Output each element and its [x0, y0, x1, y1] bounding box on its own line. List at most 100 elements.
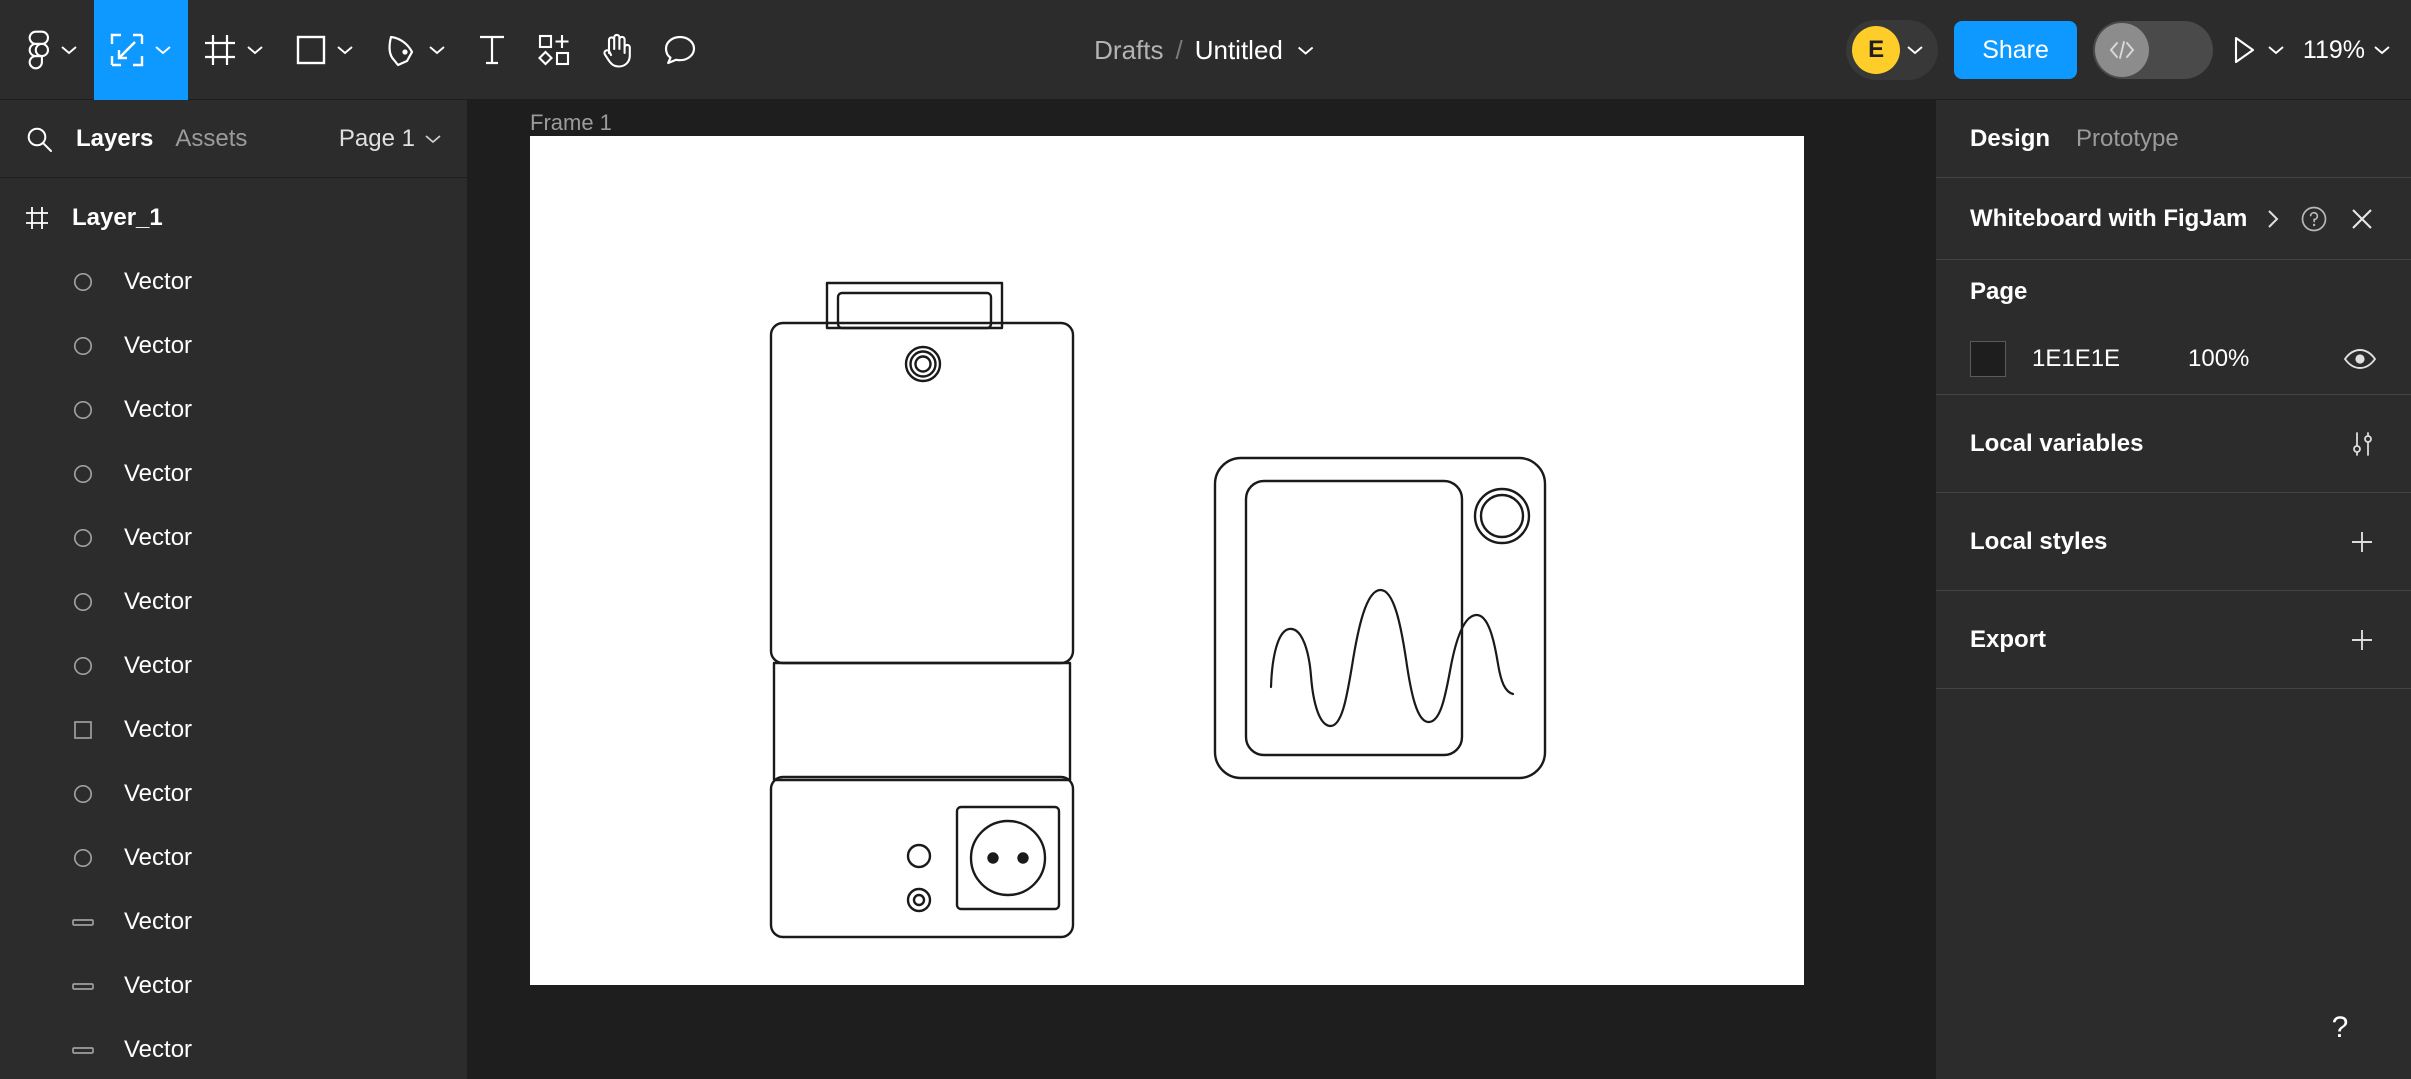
layer-row[interactable]: Vector — [0, 698, 467, 762]
layer-row[interactable]: Vector — [0, 378, 467, 442]
layer-name: Vector — [124, 844, 193, 871]
collaborators-menu[interactable]: E — [1846, 20, 1939, 80]
figma-menu-button[interactable] — [8, 0, 94, 100]
export-label: Export — [1970, 625, 2047, 653]
figma-logo-icon — [22, 28, 52, 72]
tab-assets[interactable]: Assets — [175, 125, 247, 153]
canvas-viewport[interactable]: Frame 1 — [469, 100, 1935, 1079]
avatar[interactable]: E — [1852, 26, 1901, 74]
frame-artwork — [769, 281, 1547, 939]
sliders-icon[interactable] — [2347, 429, 2377, 459]
frame-icon — [24, 205, 50, 231]
page-color-opacity[interactable]: 100% — [2188, 345, 2249, 373]
layer-row[interactable]: Vector — [0, 634, 467, 698]
layer-row[interactable]: Vector — [0, 314, 467, 378]
shape-tool-button[interactable] — [280, 0, 370, 100]
layer-row[interactable]: Vector — [0, 250, 467, 314]
zoom-menu[interactable]: 119% — [2303, 36, 2393, 65]
toolbar-tool-group — [0, 0, 712, 100]
layers-list[interactable]: Layer_1 Vector Vector Vector Vector Vector Vec… — [0, 178, 467, 1078]
layer-row[interactable]: Vector — [0, 954, 467, 1018]
ellipse-icon — [70, 399, 96, 421]
layer-name: Vector — [124, 716, 193, 743]
layer-name: Vector — [124, 460, 193, 487]
local-styles-label: Local styles — [1970, 527, 2108, 555]
page-selector[interactable]: Page 1 — [339, 125, 443, 153]
chevron-down-icon — [423, 133, 443, 145]
square-icon — [294, 33, 328, 67]
eye-icon[interactable] — [2343, 347, 2377, 371]
plugin-name-label: Whiteboard with FigJam — [1970, 204, 2248, 232]
question-mark-icon: ? — [2331, 1011, 2349, 1044]
scale-tool-button[interactable] — [94, 0, 188, 100]
layer-name: Vector — [124, 332, 193, 359]
ellipse-icon — [70, 783, 96, 805]
text-tool-button[interactable] — [462, 0, 522, 100]
chevron-down-icon — [2371, 44, 2393, 56]
tab-design[interactable]: Design — [1970, 125, 2050, 153]
layer-name: Vector — [124, 652, 193, 679]
figma-app-window: Drafts / Untitled E Share 119% Layers As… — [0, 0, 2411, 1079]
main-toolbar: Drafts / Untitled E Share 119% — [0, 0, 2411, 100]
frame-tool-button[interactable] — [188, 0, 280, 100]
page-name-label: Page 1 — [338, 124, 415, 152]
zoom-level-label: 119% — [2302, 35, 2365, 64]
chevron-down-icon — [334, 44, 356, 56]
left-sidebar: Layers Assets Page 1 Layer_1 Vector Vector… — [0, 100, 468, 1079]
frame-label[interactable]: Frame 1 — [530, 110, 612, 136]
chevron-down-icon — [426, 44, 448, 56]
plugin-header: Whiteboard with FigJam — [1936, 178, 2411, 260]
vector-oscilloscope — [1213, 456, 1547, 780]
frame-1[interactable] — [530, 136, 1804, 985]
help-button[interactable]: ? — [2309, 997, 2371, 1059]
layer-name: Vector — [124, 1036, 193, 1063]
comment-tool-button[interactable] — [648, 0, 712, 100]
breadcrumb-project[interactable]: Drafts — [1094, 35, 1163, 66]
line-icon — [70, 1039, 96, 1061]
chevron-right-icon[interactable] — [2263, 206, 2283, 232]
comment-bubble-icon — [662, 32, 698, 68]
present-button[interactable] — [2229, 34, 2287, 66]
resources-tool-button[interactable] — [522, 0, 586, 100]
close-icon[interactable] — [2347, 204, 2377, 234]
right-panel-tabs: Design Prototype — [1936, 100, 2411, 178]
layer-row[interactable]: Vector — [0, 570, 467, 634]
layer-row-root[interactable]: Layer_1 — [0, 186, 467, 250]
plus-icon[interactable] — [2347, 527, 2377, 557]
page-color-swatch[interactable] — [1970, 341, 2006, 377]
tab-layers[interactable]: Layers — [76, 125, 153, 153]
chevron-down-icon — [58, 44, 80, 56]
pen-tool-button[interactable] — [370, 0, 462, 100]
toolbar-right-cluster: E Share 119% — [1846, 0, 2393, 100]
hand-tool-button[interactable] — [586, 0, 648, 100]
share-button[interactable]: Share — [1954, 21, 2077, 79]
layer-row[interactable]: Vector — [0, 1018, 467, 1078]
scale-arrow-icon — [108, 31, 146, 69]
rectangle-icon — [70, 719, 96, 741]
export-section[interactable]: Export — [1936, 591, 2411, 689]
breadcrumb-separator: / — [1175, 34, 1183, 65]
plus-icon[interactable] — [2347, 625, 2377, 655]
search-icon[interactable] — [24, 124, 54, 154]
tab-prototype[interactable]: Prototype — [2076, 125, 2179, 153]
file-menu-chevron-down-icon[interactable] — [1295, 44, 1317, 57]
layer-row[interactable]: Vector — [0, 762, 467, 826]
vector-appliance — [769, 281, 1075, 939]
local-styles-section[interactable]: Local styles — [1936, 493, 2411, 591]
dev-mode-toggle[interactable] — [2092, 21, 2213, 79]
layer-row[interactable]: Vector — [0, 506, 467, 570]
layer-row[interactable]: Vector — [0, 826, 467, 890]
ellipse-icon — [70, 463, 96, 485]
layer-name: Vector — [124, 908, 193, 935]
ellipse-icon — [70, 335, 96, 357]
page-color-hex[interactable]: 1E1E1E — [2032, 345, 2162, 373]
local-variables-section[interactable]: Local variables — [1936, 395, 2411, 493]
layer-name: Vector — [124, 972, 193, 999]
breadcrumb-file-name[interactable]: Untitled — [1195, 35, 1283, 66]
layer-row[interactable]: Vector — [0, 442, 467, 506]
code-brackets-icon — [2094, 23, 2149, 77]
layer-name: Vector — [124, 524, 193, 551]
hand-icon — [600, 31, 634, 69]
layer-row[interactable]: Vector — [0, 890, 467, 954]
question-circle-icon[interactable] — [2299, 204, 2329, 234]
